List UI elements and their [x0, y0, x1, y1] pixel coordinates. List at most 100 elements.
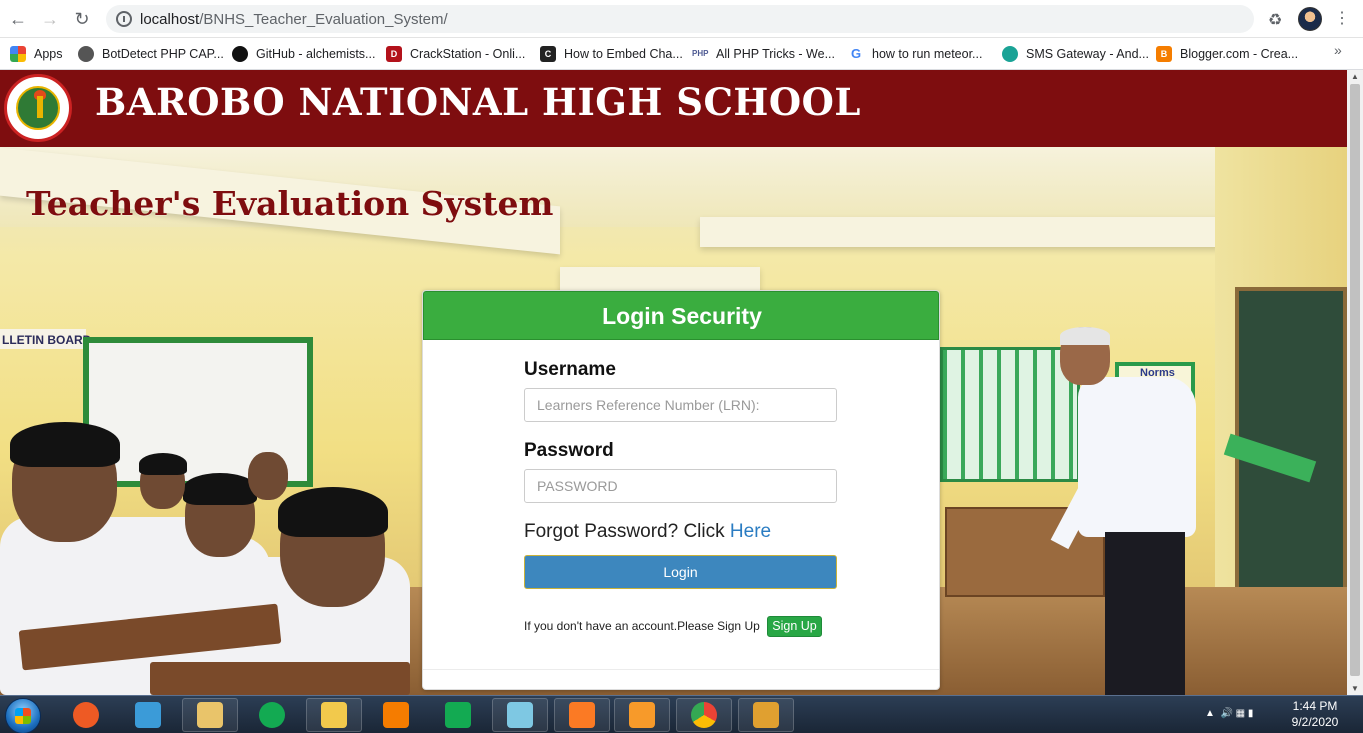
login-panel: Login Security Username Password Forgot …: [422, 290, 940, 690]
bookmark-label: Blogger.com - Crea...: [1180, 47, 1299, 61]
site-header: BAROBO NATIONAL HIGH SCHOOL: [0, 70, 1347, 147]
login-button[interactable]: Login: [524, 555, 837, 589]
bookmark-meteor[interactable]: G how to run meteor...: [848, 44, 983, 64]
bulletin-board-text: LLETIN BOARD: [2, 333, 92, 347]
file-manager-app-icon: [321, 702, 347, 728]
signup-prompt: If you don't have an account.Please Sign…: [524, 619, 760, 633]
bookmark-label: how to run meteor...: [872, 47, 983, 61]
password-label: Password: [524, 440, 614, 461]
vlc-app-button[interactable]: [368, 698, 424, 732]
bookmark-botdetect[interactable]: BotDetect PHP CAP...: [78, 44, 224, 64]
bookmark-label: How to Embed Cha...: [564, 47, 683, 61]
signup-button[interactable]: Sign Up: [767, 616, 822, 637]
browser-toolbar: ← → ↻ localhost/BNHS_Teacher_Evaluation_…: [0, 0, 1363, 38]
school-name: BAROBO NATIONAL HIGH SCHOOL: [95, 80, 861, 124]
teacher-hair: [1060, 327, 1110, 345]
bookmark-php-tricks[interactable]: PHP All PHP Tricks - We...: [692, 44, 835, 64]
mongodb-app-button[interactable]: [244, 698, 300, 732]
start-button-icon[interactable]: [5, 698, 41, 733]
forgot-password-link[interactable]: Here: [730, 521, 771, 542]
crackstation-icon: D: [386, 46, 402, 62]
password-input[interactable]: [524, 469, 837, 503]
bookmark-blogger[interactable]: B Blogger.com - Crea...: [1156, 44, 1298, 64]
scrollbar-thumb[interactable]: [1350, 84, 1360, 676]
bookmark-sms-gateway[interactable]: SMS Gateway - And...: [1002, 44, 1149, 64]
profile-avatar[interactable]: [1298, 7, 1322, 31]
git-app-icon: [135, 702, 161, 728]
forward-arrow-icon[interactable]: →: [40, 9, 60, 29]
file-manager-app-button[interactable]: [306, 698, 362, 732]
school-logo: [4, 74, 72, 142]
site-info-icon[interactable]: [116, 11, 132, 27]
browser-menu-icon[interactable]: ⋮: [1334, 9, 1350, 29]
web-page: BAROBO NATIONAL HIGH SCHOOL LLETIN BOARD…: [0, 70, 1347, 695]
system-tray-icons[interactable]: ▲ 🔊 ▦ ▮: [1205, 708, 1253, 719]
mongodb-compass-app-icon: [445, 702, 471, 728]
url-host: localhost: [140, 11, 200, 28]
chart-embed-icon: C: [540, 46, 556, 62]
bookmark-label: BotDetect PHP CAP...: [102, 47, 224, 61]
teacher-pants: [1105, 532, 1185, 695]
extensions-puzzle-icon[interactable]: ♻: [1268, 10, 1282, 30]
xampp-app-icon: [569, 702, 595, 728]
bookmark-label: Apps: [34, 47, 63, 61]
google-icon: G: [850, 46, 862, 61]
scroll-up-arrow-icon[interactable]: ▲: [1351, 72, 1359, 81]
student-desk: [150, 662, 410, 695]
git-app-button[interactable]: [120, 698, 176, 732]
forgot-password-text: Forgot Password? Click Here: [524, 521, 771, 543]
bookmark-crackstation[interactable]: D CrackStation - Onli...: [386, 44, 525, 64]
ceiling-beam: [700, 217, 1220, 247]
scroll-down-arrow-icon[interactable]: ▼: [1351, 684, 1359, 693]
bookmark-label: CrackStation - Onli...: [410, 47, 526, 61]
explorer-app-icon: [197, 702, 223, 728]
more-bookmarks-icon[interactable]: »: [1334, 42, 1342, 58]
sublime-text-app-icon: [629, 702, 655, 728]
forgot-password-prompt: Forgot Password? Click: [524, 521, 730, 542]
botdetect-icon: [78, 46, 94, 62]
windows-taskbar: ▲ 🔊 ▦ ▮ 1:44 PM 9/2/2020: [0, 695, 1363, 733]
student-hair: [139, 453, 187, 475]
student-hair: [183, 473, 257, 505]
bookmark-label: SMS Gateway - And...: [1026, 47, 1149, 61]
clock-time[interactable]: 1:44 PM: [1290, 699, 1340, 713]
github-icon: [232, 46, 248, 62]
brackets-app-icon: [73, 702, 99, 728]
bookmark-embed-chart[interactable]: C How to Embed Cha...: [540, 44, 683, 64]
page-scrollbar[interactable]: ▲ ▼: [1347, 70, 1363, 695]
mongodb-compass-app-button[interactable]: [430, 698, 486, 732]
notepad-app-icon: [507, 702, 533, 728]
blogger-icon: B: [1156, 46, 1172, 62]
address-bar[interactable]: localhost/BNHS_Teacher_Evaluation_System…: [106, 5, 1254, 33]
login-panel-header: Login Security: [423, 291, 939, 340]
paint-app-button[interactable]: [738, 698, 794, 732]
student-head: [248, 452, 288, 500]
torch-icon: [37, 96, 43, 118]
reload-icon[interactable]: ↻: [72, 9, 92, 29]
brackets-app-button[interactable]: [58, 698, 114, 732]
vlc-app-icon: [383, 702, 409, 728]
xampp-app-button[interactable]: [554, 698, 610, 732]
chrome-app-icon: [691, 702, 717, 728]
mongodb-app-icon: [259, 702, 285, 728]
bookmark-label: GitHub - alchemists...: [256, 47, 376, 61]
bookmarks-bar: Apps BotDetect PHP CAP... GitHub - alche…: [0, 38, 1363, 70]
teacher-figure: [1050, 327, 1240, 695]
panel-footer-divider: [423, 669, 939, 670]
notepad-app-button[interactable]: [492, 698, 548, 732]
login-title: Login Security: [602, 303, 762, 329]
student-hair: [10, 422, 120, 467]
sublime-text-app-button[interactable]: [614, 698, 670, 732]
username-input[interactable]: [524, 388, 837, 422]
url-path: /BNHS_Teacher_Evaluation_System/: [199, 11, 448, 28]
page-title: Teacher's Evaluation System: [26, 184, 554, 223]
address-url[interactable]: localhost/BNHS_Teacher_Evaluation_System…: [140, 11, 448, 28]
username-label: Username: [524, 359, 616, 380]
student-hair: [278, 487, 388, 537]
clock-date[interactable]: 9/2/2020: [1285, 715, 1345, 729]
chrome-app-button[interactable]: [676, 698, 732, 732]
bookmark-apps[interactable]: Apps: [10, 44, 63, 64]
bookmark-github[interactable]: GitHub - alchemists...: [232, 44, 375, 64]
explorer-app-button[interactable]: [182, 698, 238, 732]
back-arrow-icon[interactable]: ←: [8, 9, 28, 29]
